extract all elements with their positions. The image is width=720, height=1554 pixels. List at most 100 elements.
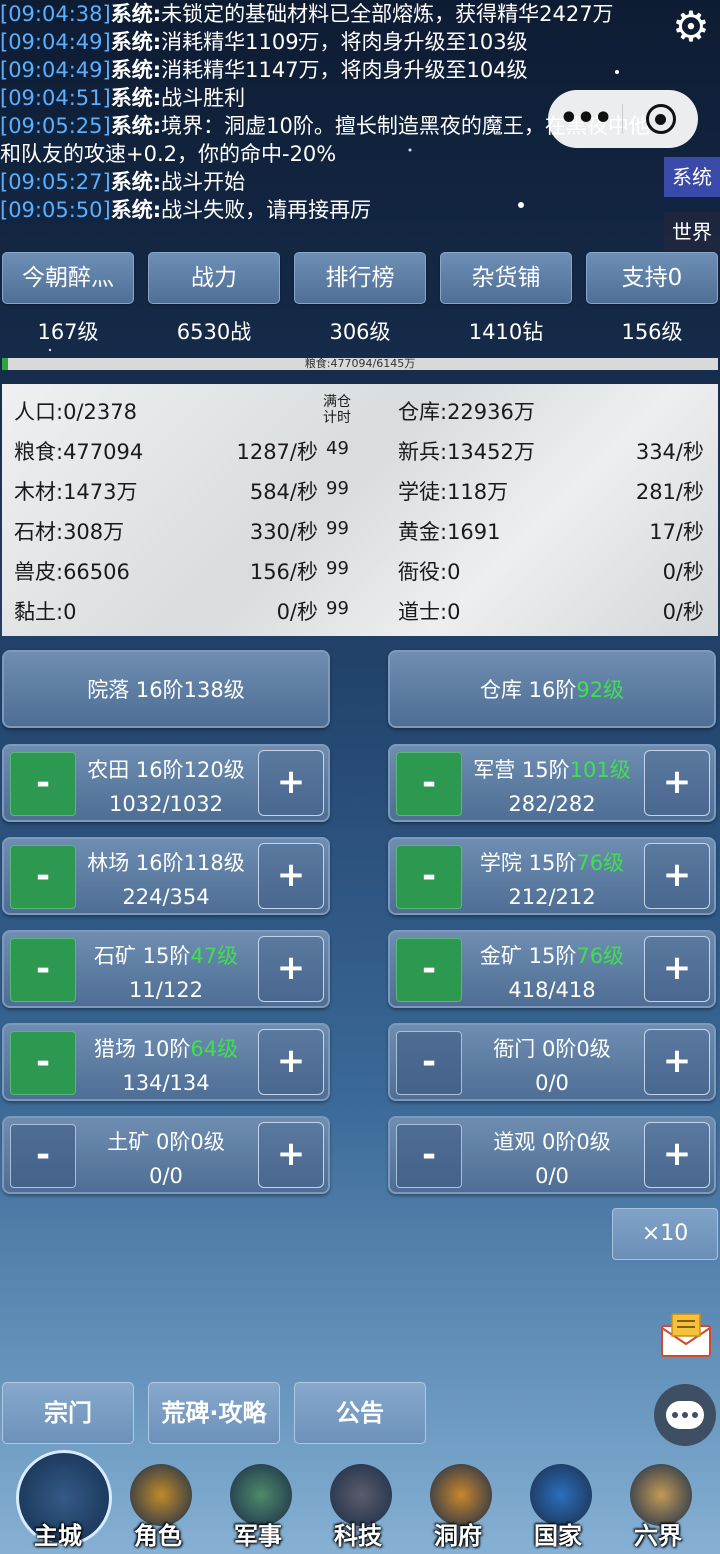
log-message: 消耗精华1147万，将肉身升级至104级 bbox=[161, 58, 528, 82]
resource-full-time: 99 bbox=[326, 598, 349, 619]
gear-icon[interactable]: ⚙ bbox=[668, 4, 714, 50]
building-panel[interactable]: 土矿 0阶0级 0/0- + bbox=[2, 1116, 330, 1194]
building-panel[interactable]: 石矿 15阶47级 11/122- + bbox=[2, 930, 330, 1008]
building-panel[interactable]: 院落 16阶138级 bbox=[2, 650, 330, 728]
decrease-button[interactable]: - bbox=[396, 1124, 462, 1188]
decrease-button[interactable]: - bbox=[10, 845, 76, 909]
tab-world[interactable]: 世界 bbox=[664, 212, 720, 252]
building-level: 0级 bbox=[190, 1130, 225, 1154]
sect-button[interactable]: 宗门 bbox=[2, 1382, 134, 1444]
nav-item[interactable]: 主城 bbox=[8, 1450, 112, 1554]
miniprogram-capsule[interactable]: ••• bbox=[548, 90, 698, 148]
shop-button[interactable]: 杂货铺 bbox=[440, 252, 572, 304]
building-name: 院落 16阶 bbox=[87, 678, 184, 702]
nav-item[interactable]: 角色 bbox=[108, 1450, 208, 1554]
decrease-button[interactable]: - bbox=[396, 845, 462, 909]
log-timestamp: [09:05:25] bbox=[0, 114, 111, 138]
resource-label: 衙役:0 bbox=[398, 560, 461, 584]
log-message: 战斗胜利 bbox=[161, 86, 246, 110]
building-name: 猎场 10阶 bbox=[93, 1037, 191, 1061]
log-timestamp: [09:04:49] bbox=[0, 30, 111, 54]
resource-rate: 330/秒 bbox=[249, 520, 318, 544]
resource-rate: 156/秒 bbox=[249, 560, 318, 584]
building-name: 道观 0阶 bbox=[493, 1130, 577, 1154]
tab-system[interactable]: 系统 bbox=[664, 157, 720, 197]
increase-button[interactable]: + bbox=[644, 843, 710, 909]
building-name: 学院 15阶 bbox=[479, 851, 577, 875]
log-sender: 系统: bbox=[110, 170, 162, 194]
building-panel[interactable]: 仓库 16阶92级 bbox=[388, 650, 716, 728]
resource-label: 粮食:477094 bbox=[14, 440, 144, 464]
stat-level: 167级 bbox=[37, 320, 99, 344]
building-panel[interactable]: 道观 0阶0级 0/0- + bbox=[388, 1116, 716, 1194]
building-panel[interactable]: 金矿 15阶76级 418/418- + bbox=[388, 930, 716, 1008]
resource-panel: 满仓 计时 人口:0/2378 粮食:477094 1287/秒 49 木材:1473万 5… bbox=[2, 384, 718, 636]
decrease-button[interactable]: - bbox=[396, 752, 462, 816]
log-timestamp: [09:04:38] bbox=[0, 2, 111, 26]
log-line: [09:05:50]系统:战斗失败，请再接再厉 bbox=[0, 196, 660, 224]
increase-button[interactable]: + bbox=[258, 750, 324, 816]
food-progress-bar: 粮食:477094/6145万 bbox=[2, 358, 718, 370]
log-sender: 系统: bbox=[110, 114, 162, 138]
resource-full-time: 99 bbox=[326, 558, 349, 579]
decrease-button[interactable]: - bbox=[10, 938, 76, 1002]
log-sender: 系统: bbox=[110, 86, 162, 110]
increase-button[interactable]: + bbox=[258, 1122, 324, 1188]
building-level: 47级 bbox=[190, 944, 239, 968]
nav-item[interactable]: 军事 bbox=[208, 1450, 308, 1554]
log-line: [09:04:49]系统:消耗精华1147万，将肉身升级至104级 bbox=[0, 56, 660, 84]
ranking-button[interactable]: 排行榜 bbox=[294, 252, 426, 304]
building-panel[interactable]: 林场 16阶118级 224/354- + bbox=[2, 837, 330, 915]
increase-button[interactable]: + bbox=[644, 750, 710, 816]
building-level: 120级 bbox=[183, 758, 245, 782]
mail-icon[interactable] bbox=[660, 1312, 712, 1358]
decrease-button[interactable]: - bbox=[10, 752, 76, 816]
nav-item[interactable]: 洞府 bbox=[408, 1450, 508, 1554]
building-panel[interactable]: 衙门 0阶0级 0/0- + bbox=[388, 1023, 716, 1101]
log-message: 战斗失败，请再接再厉 bbox=[161, 198, 372, 222]
resource-label: 仓库:22936万 bbox=[398, 400, 535, 424]
guide-button[interactable]: 荒碑·攻略 bbox=[148, 1382, 280, 1444]
support-button[interactable]: 支持0 bbox=[586, 252, 718, 304]
building-panel[interactable]: 农田 16阶120级 1032/1032- + bbox=[2, 744, 330, 822]
increase-button[interactable]: + bbox=[644, 1029, 710, 1095]
close-target-icon[interactable] bbox=[623, 104, 698, 134]
decrease-button[interactable]: - bbox=[396, 938, 462, 1002]
full-time-label: 满仓 计时 bbox=[323, 394, 351, 426]
decrease-button[interactable]: - bbox=[10, 1124, 76, 1188]
building-name: 金矿 15阶 bbox=[479, 944, 577, 968]
building-panel[interactable]: 猎场 10阶64级 134/134- + bbox=[2, 1023, 330, 1101]
power-button[interactable]: 战力 bbox=[148, 252, 280, 304]
building-panel[interactable]: 学院 15阶76级 212/212- + bbox=[388, 837, 716, 915]
more-icon[interactable]: ••• bbox=[548, 90, 622, 148]
increase-button[interactable]: + bbox=[644, 1122, 710, 1188]
food-progress-text: 粮食:477094/6145万 bbox=[304, 357, 416, 370]
nav-item[interactable]: 六界 bbox=[608, 1450, 708, 1554]
nav-item[interactable]: 科技 bbox=[308, 1450, 408, 1554]
resource-label: 学徒:118万 bbox=[398, 480, 509, 504]
increase-button[interactable]: + bbox=[258, 936, 324, 1002]
resource-rate: 334/秒 bbox=[635, 440, 704, 464]
increase-button[interactable]: + bbox=[644, 936, 710, 1002]
increase-button[interactable]: + bbox=[258, 1029, 324, 1095]
building-level: 76级 bbox=[576, 851, 625, 875]
player-name-button[interactable]: 今朝醉灬 bbox=[2, 252, 134, 304]
resource-label: 兽皮:66506 bbox=[14, 560, 130, 584]
resource-label: 人口:0/2378 bbox=[14, 400, 137, 424]
building-level: 138级 bbox=[183, 678, 245, 702]
nav-item[interactable]: 国家 bbox=[508, 1450, 608, 1554]
decrease-button[interactable]: - bbox=[10, 1031, 76, 1095]
decrease-button[interactable]: - bbox=[396, 1031, 462, 1095]
resource-label: 新兵:13452万 bbox=[398, 440, 535, 464]
building-panel[interactable]: 军营 15阶101级 282/282- + bbox=[388, 744, 716, 822]
multiplier-button[interactable]: ×10 bbox=[612, 1208, 718, 1260]
building-name: 军营 15阶 bbox=[473, 758, 570, 782]
nav-label: 主城 bbox=[34, 1522, 82, 1550]
building-level: 0级 bbox=[576, 1037, 611, 1061]
chat-icon[interactable] bbox=[654, 1384, 716, 1446]
resource-rate: 17/秒 bbox=[649, 520, 704, 544]
increase-button[interactable]: + bbox=[258, 843, 324, 909]
resource-label: 黄金:1691 bbox=[398, 520, 501, 544]
announcement-button[interactable]: 公告 bbox=[294, 1382, 426, 1444]
log-sender: 系统: bbox=[110, 58, 162, 82]
